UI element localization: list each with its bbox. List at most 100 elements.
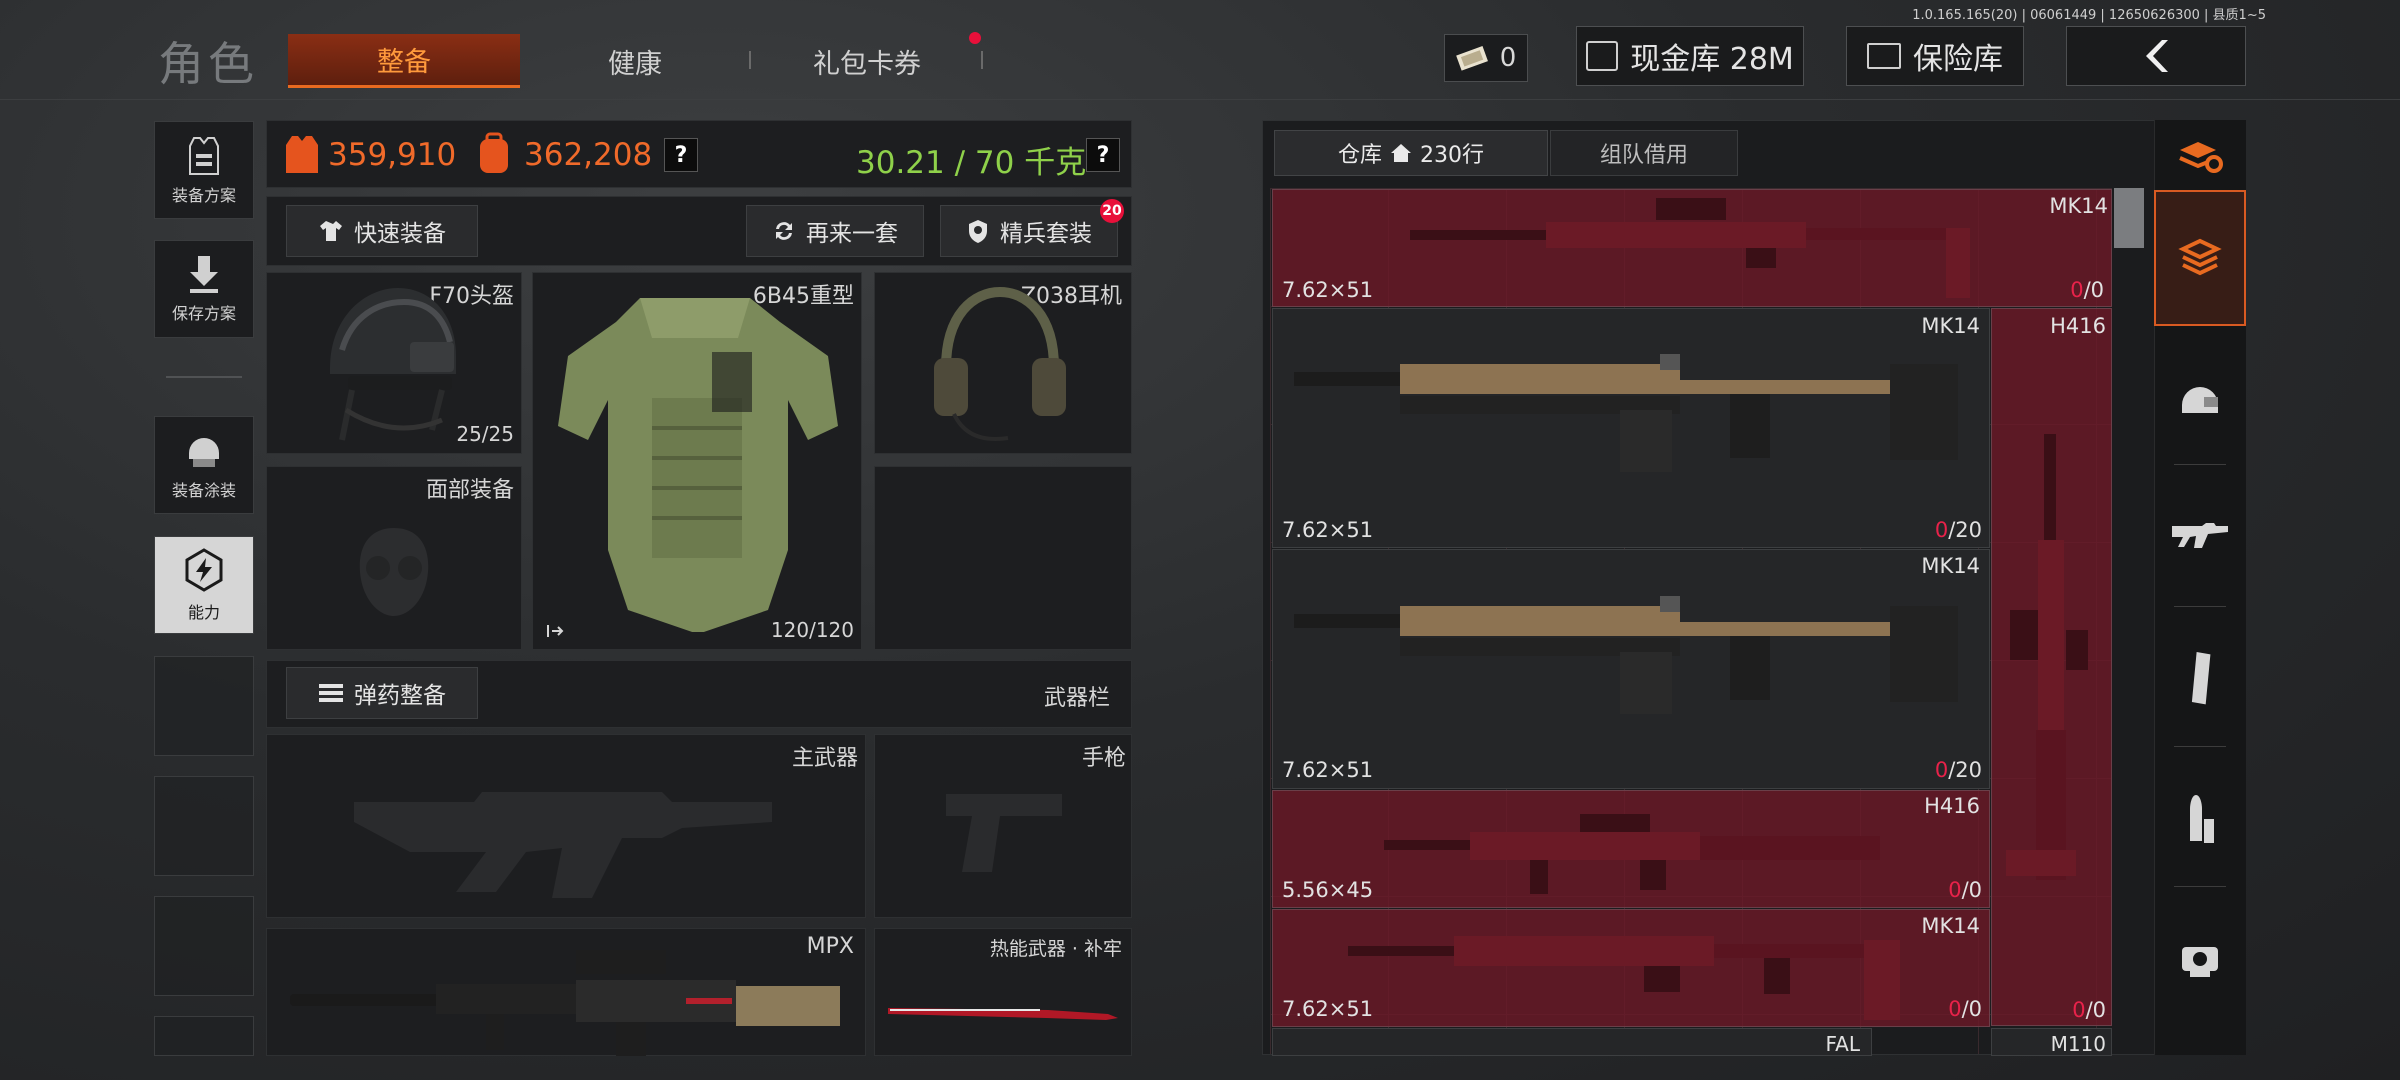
sort-refresh-icon: [2179, 142, 2223, 173]
back-button[interactable]: [2066, 26, 2246, 86]
weapon-bar-label: 武器栏: [1043, 686, 1110, 711]
ammo-icon: [2190, 795, 2214, 843]
tool-divider: [2174, 886, 2226, 887]
rifle-icon: [1294, 354, 1958, 472]
filter-rifle-button[interactable]: [2154, 472, 2246, 602]
item-name: H416: [2050, 314, 2106, 338]
ticket-count: 0: [1499, 43, 1517, 73]
mpx-weapon-image: [290, 950, 840, 1056]
item-count: 0/0: [1948, 997, 1982, 1021]
item-caliber: 7.62×51: [1282, 758, 1374, 782]
filter-all-button[interactable]: [2154, 190, 2246, 326]
vest-icon: [189, 137, 219, 175]
chevron-left-icon: [2146, 40, 2168, 72]
tab-health-label: 健康: [608, 48, 662, 80]
warehouse-rows: 230行: [1420, 143, 1484, 168]
filter-ammo-button[interactable]: [2154, 754, 2246, 884]
tool-divider: [2174, 606, 2226, 607]
item-count-max: /0: [1961, 997, 1982, 1021]
item-count-current: 0: [2072, 998, 2086, 1022]
inventory-scrollbar[interactable]: [2114, 188, 2144, 248]
rifle-icon: [1384, 814, 1880, 894]
save-plan-button[interactable]: 保存方案: [154, 240, 254, 338]
rifle-icon: [1348, 936, 1900, 1020]
safe-label: 保险库: [1913, 42, 2003, 77]
tab-health[interactable]: 健康: [560, 34, 710, 88]
weight-help-button[interactable]: ?: [1086, 138, 1120, 172]
unequip-icon[interactable]: [546, 624, 564, 638]
quick-equip-button[interactable]: 快速装备: [286, 205, 478, 257]
armor-vest-image: [558, 298, 838, 632]
tab-equip[interactable]: 整备: [288, 34, 520, 88]
rifle-icon: [2172, 523, 2228, 548]
face-slot-name: 面部装备: [425, 478, 514, 503]
ammo-prep-button[interactable]: 弹药整备: [286, 667, 478, 719]
paint-label: 装备涂装: [171, 481, 236, 500]
filter-attachment-button[interactable]: [2154, 894, 2246, 1024]
item-count-current: 0: [1948, 997, 1962, 1021]
tab-divider: [749, 51, 751, 69]
cash-vault-button[interactable]: 现金库 28M: [1576, 26, 1804, 86]
home-icon: [1391, 144, 1411, 162]
sort-refresh-button[interactable]: [2154, 120, 2246, 192]
item-caliber: 7.62×51: [1282, 518, 1374, 542]
team-borrow-label: 组队借用: [1599, 143, 1688, 168]
empty-gear-slot[interactable]: [874, 466, 1132, 650]
again-button[interactable]: 再来一套: [746, 205, 924, 257]
ability-label: 能力: [187, 603, 220, 622]
scope-icon: [2182, 947, 2218, 977]
tab-gift[interactable]: 礼包卡券: [780, 34, 954, 88]
ability-icon: [185, 548, 223, 592]
pistol-name: 手枪: [1081, 746, 1126, 771]
item-caliber: 5.56×45: [1282, 878, 1374, 902]
headset-image: [934, 286, 1066, 441]
notification-dot: [969, 32, 981, 44]
helmet-image: [330, 288, 456, 441]
tab-equip-label: 整备: [377, 47, 431, 78]
item-count-max: /0: [2085, 998, 2106, 1022]
empty-rail-slot: [154, 776, 254, 876]
ticket-counter[interactable]: 0: [1444, 34, 1528, 82]
item-count: 0/0: [1948, 878, 1982, 902]
item-count: 0/0: [2072, 998, 2106, 1022]
armor-durability: 120/120: [770, 618, 854, 642]
quick-equip-label: 快速装备: [354, 221, 446, 247]
item-name: MK14: [1921, 554, 1980, 578]
tab-team-borrow[interactable]: 组队借用: [1550, 130, 1738, 176]
item-caliber: 7.62×51: [1282, 997, 1374, 1021]
rifle-icon-vertical: [2006, 434, 2088, 880]
ability-button[interactable]: 能力: [154, 536, 254, 634]
item-name: MK14: [2049, 194, 2108, 218]
elite-badge: 20: [1100, 199, 1124, 223]
item-count-current: 0: [2070, 278, 2084, 302]
item-name: M110: [2050, 1032, 2106, 1056]
item-count-current: 0: [1934, 518, 1949, 542]
item-caliber: 7.62×51: [1282, 278, 1374, 302]
vest-value-icon: [286, 136, 318, 173]
backpack-value: 362,208: [524, 137, 653, 173]
page-title: 角色: [158, 37, 258, 91]
tab-gift-label: 礼包卡券: [813, 48, 921, 80]
item-count-max: /0: [1961, 878, 1982, 902]
tab-warehouse[interactable]: 仓库 230行: [1274, 130, 1548, 176]
safe-button[interactable]: 保险库: [1846, 26, 2024, 86]
loadout-plan-button[interactable]: 装备方案: [154, 121, 254, 219]
value-help-button[interactable]: ?: [664, 138, 698, 172]
item-count-max: /20: [1948, 518, 1982, 542]
rifle-icon: [1294, 596, 1958, 714]
helmet-durability: 25/25: [456, 422, 514, 446]
item-count: 0/20: [1935, 758, 1982, 782]
empty-rail-slot: [154, 1016, 254, 1056]
ammo-list-icon: [319, 684, 343, 702]
item-name: FAL: [1825, 1032, 1861, 1056]
vest-value: 359,910: [328, 137, 457, 173]
helmet-icon: [2182, 387, 2218, 413]
elite-kit-button[interactable]: 精兵套装: [940, 205, 1118, 257]
paint-button[interactable]: 装备涂装: [154, 416, 254, 514]
empty-rail-slot: [154, 656, 254, 756]
tab-divider: [981, 51, 983, 69]
inventory-item[interactable]: [1272, 1028, 1872, 1056]
filter-magazine-button[interactable]: [2154, 614, 2246, 744]
filter-helmet-button[interactable]: [2154, 334, 2246, 464]
tool-divider: [2174, 746, 2226, 747]
